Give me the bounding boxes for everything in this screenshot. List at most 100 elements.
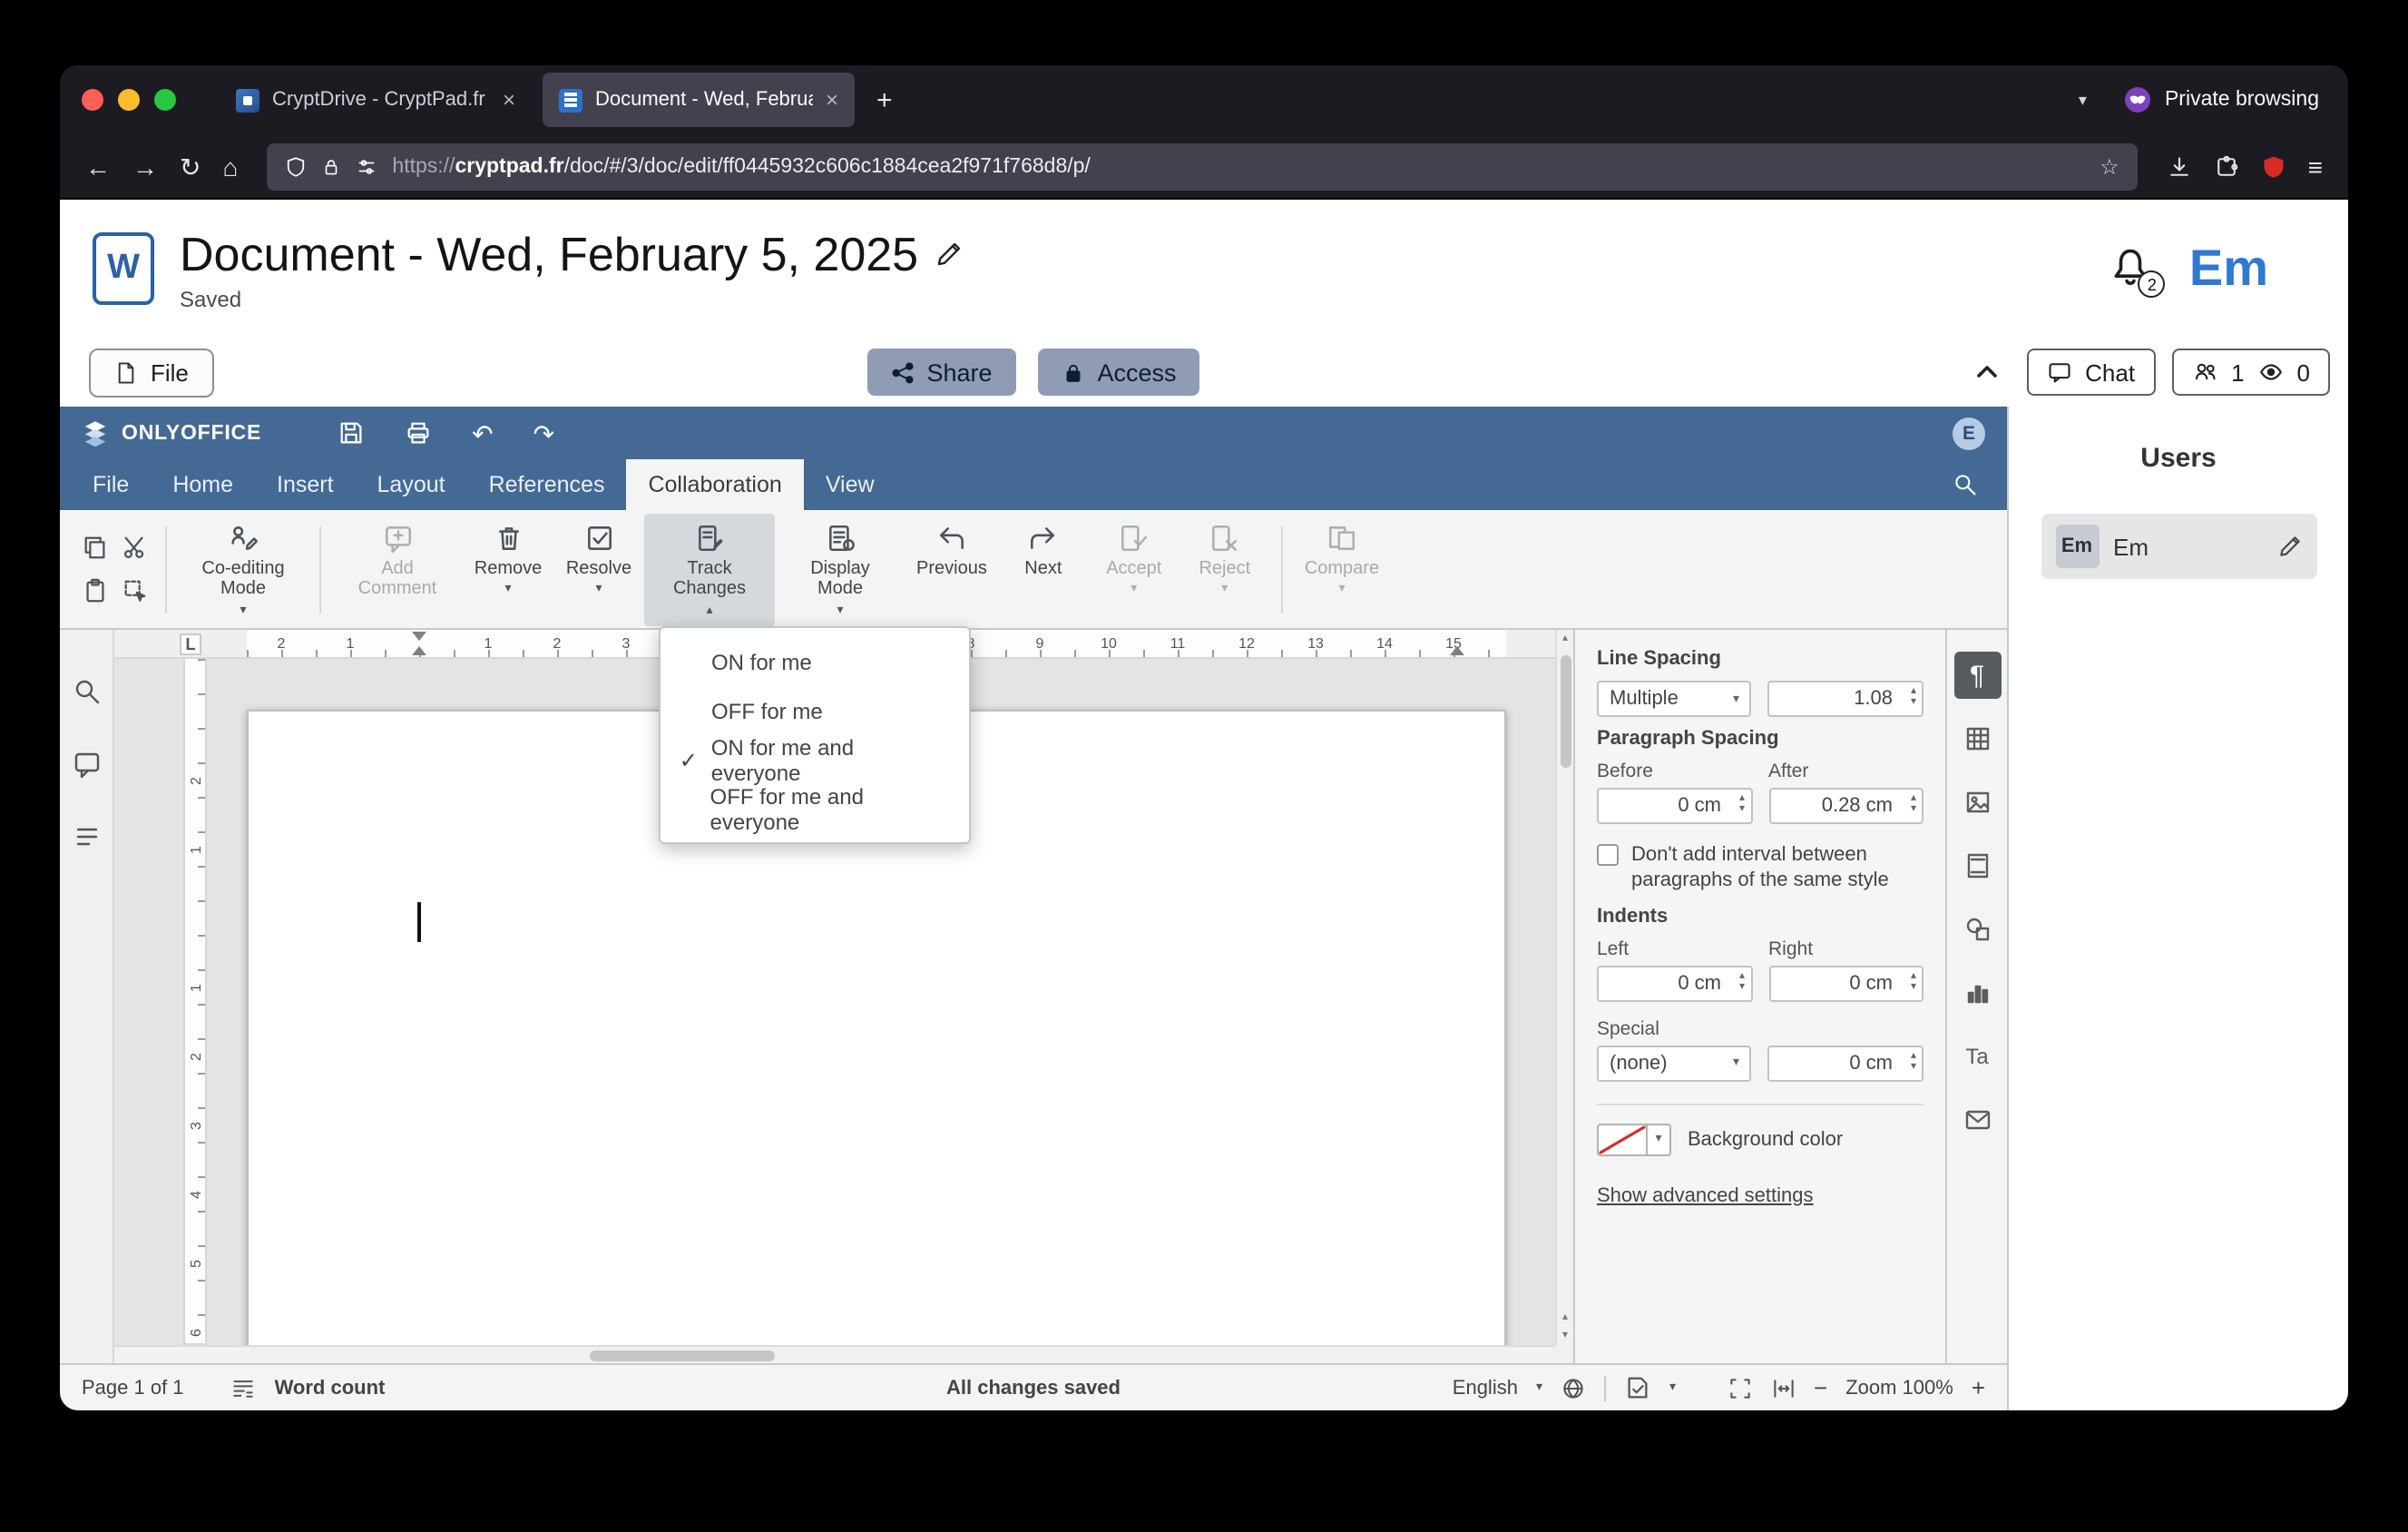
spin-down-icon[interactable]: ▾ xyxy=(1739,981,1745,992)
interval-checkbox[interactable] xyxy=(1597,844,1619,866)
tracking-shield-icon[interactable] xyxy=(285,155,307,177)
mail-merge-tab[interactable] xyxy=(1953,1096,2001,1144)
track-changes-button[interactable]: Track Changes ▴ xyxy=(644,513,775,625)
close-window-button[interactable] xyxy=(82,89,103,111)
special-spinner[interactable]: 0 cm ▴ ▾ xyxy=(1767,1045,1923,1082)
tab-layout[interactable]: Layout xyxy=(356,459,467,510)
select-icon[interactable] xyxy=(121,577,148,604)
permissions-icon[interactable] xyxy=(356,155,377,177)
horizontal-scrollbar[interactable] xyxy=(114,1345,1555,1363)
background-color-swatch[interactable]: ▾ xyxy=(1597,1123,1671,1156)
extensions-icon[interactable] xyxy=(2214,153,2239,179)
left-indent-marker[interactable] xyxy=(412,646,426,655)
edit-name-pencil-icon[interactable] xyxy=(2276,534,2302,559)
right-indent-marker[interactable] xyxy=(1450,646,1464,655)
close-tab-icon[interactable]: × xyxy=(826,89,838,111)
close-tab-icon[interactable]: × xyxy=(503,89,515,111)
ublock-icon[interactable] xyxy=(2261,153,2286,179)
spin-up-icon[interactable]: ▴ xyxy=(1739,793,1745,804)
indent-left-spinner[interactable]: 0 cm ▴ ▾ xyxy=(1597,965,1752,1002)
next-change-button[interactable]: Next xyxy=(998,513,1089,625)
menu-item-off-for-me[interactable]: OFF for me xyxy=(661,686,969,735)
add-comment-button[interactable]: Add Comment xyxy=(332,513,463,625)
previous-change-button[interactable]: Previous xyxy=(905,513,998,625)
user-avatar[interactable]: Em xyxy=(2189,240,2268,298)
tab-view[interactable]: View xyxy=(804,459,896,510)
first-line-indent-marker[interactable] xyxy=(412,632,426,641)
remove-comment-button[interactable]: Remove ▾ xyxy=(463,513,553,625)
chevron-down-icon[interactable]: ▾ xyxy=(1536,1381,1542,1394)
spacing-before-spinner[interactable]: 0 cm ▴ ▾ xyxy=(1597,788,1752,824)
back-icon[interactable]: ← xyxy=(85,153,111,179)
document-language-globe-icon[interactable] xyxy=(1561,1375,1586,1400)
redo-icon[interactable]: ↷ xyxy=(533,420,554,446)
vertical-ruler[interactable]: 2 1 1 2 3 4 5 6 xyxy=(183,659,207,1345)
scroll-up-icon[interactable]: ▴ xyxy=(1562,630,1568,648)
page-indicator[interactable]: Page 1 of 1 xyxy=(82,1377,184,1399)
home-icon[interactable]: ⌂ xyxy=(222,153,238,179)
lock-icon[interactable] xyxy=(321,155,341,177)
next-page-icon[interactable]: ▾ xyxy=(1562,1327,1568,1345)
spin-down-icon[interactable]: ▾ xyxy=(1739,804,1745,815)
chart-settings-tab[interactable] xyxy=(1953,969,2001,1016)
zoom-window-button[interactable] xyxy=(154,89,176,111)
scrollbar-thumb[interactable] xyxy=(590,1350,775,1361)
spin-up-icon[interactable]: ▴ xyxy=(1911,970,1916,981)
previous-page-icon[interactable]: ▴ xyxy=(1562,1309,1568,1327)
undo-icon[interactable]: ↶ xyxy=(472,420,493,446)
special-select[interactable]: (none) ▾ xyxy=(1597,1045,1752,1082)
accept-change-button[interactable]: Accept ▾ xyxy=(1089,513,1180,625)
text-art-settings-tab[interactable]: Ta xyxy=(1953,1033,2001,1080)
zoom-in-icon[interactable]: + xyxy=(1972,1376,1985,1399)
cut-icon[interactable] xyxy=(121,534,148,561)
advanced-settings-link[interactable]: Show advanced settings xyxy=(1597,1184,1814,1206)
print-icon[interactable] xyxy=(405,419,432,447)
bookmark-star-icon[interactable]: ☆ xyxy=(2100,155,2119,177)
page-title[interactable]: Document - Wed, February 5, 2025 xyxy=(180,226,918,282)
url-bar[interactable]: https://cryptpad.fr/doc/#/3/doc/edit/ff0… xyxy=(267,142,2138,190)
menu-item-on-for-everyone[interactable]: ✓ ON for me and everyone xyxy=(661,734,969,785)
display-mode-button[interactable]: Display Mode ▾ xyxy=(775,513,905,625)
find-icon[interactable] xyxy=(72,677,101,706)
spin-up-icon[interactable]: ▴ xyxy=(1911,686,1916,697)
navigation-headings-icon[interactable] xyxy=(72,822,101,851)
zoom-out-icon[interactable]: − xyxy=(1814,1376,1827,1399)
share-button[interactable]: Share xyxy=(866,349,1016,396)
comments-panel-icon[interactable] xyxy=(72,750,101,779)
reload-icon[interactable]: ↻ xyxy=(180,153,201,179)
presence-box[interactable]: 1 0 xyxy=(2171,349,2330,396)
search-icon[interactable] xyxy=(1953,472,1978,497)
minimize-window-button[interactable] xyxy=(118,89,140,111)
menu-item-off-for-everyone[interactable]: OFF for me and everyone xyxy=(661,783,969,834)
save-icon[interactable] xyxy=(338,419,365,447)
coediting-mode-button[interactable]: Co-editing Mode ▾ xyxy=(178,513,308,625)
notifications-bell-icon[interactable]: 2 xyxy=(2109,245,2166,298)
collapse-toolbar-button[interactable] xyxy=(1963,349,2011,396)
language-select[interactable]: English xyxy=(1453,1377,1518,1399)
line-spacing-spinner[interactable]: 1.08 ▴ ▾ xyxy=(1767,681,1923,717)
paragraph-settings-tab[interactable]: ¶ xyxy=(1953,652,2001,699)
new-tab-button[interactable]: + xyxy=(876,86,893,113)
spin-up-icon[interactable]: ▴ xyxy=(1911,793,1916,804)
user-list-item[interactable]: Em Em xyxy=(2041,514,2316,579)
tab-home[interactable]: Home xyxy=(151,459,255,510)
download-icon[interactable] xyxy=(2167,153,2192,179)
menu-item-on-for-me[interactable]: ON for me xyxy=(661,637,969,686)
line-spacing-select[interactable]: Multiple ▾ xyxy=(1597,681,1752,717)
chevron-down-icon[interactable]: ▾ xyxy=(1655,1133,1661,1145)
spacing-after-spinner[interactable]: 0.28 cm ▴ ▾ xyxy=(1768,788,1923,824)
menu-icon[interactable]: ≡ xyxy=(2308,153,2323,179)
scrollbar-thumb[interactable] xyxy=(1560,655,1571,768)
access-button[interactable]: Access xyxy=(1037,349,1200,396)
tab-file[interactable]: File xyxy=(71,459,151,510)
table-settings-tab[interactable] xyxy=(1953,715,2001,762)
spell-check-icon[interactable] xyxy=(1624,1374,1651,1401)
vertical-scrollbar[interactable]: ▴ ▴ ▾ xyxy=(1555,630,1573,1345)
chevron-down-icon[interactable]: ▾ xyxy=(1669,1381,1676,1394)
fit-width-icon[interactable] xyxy=(1770,1375,1796,1400)
tab-document[interactable]: Document - Wed, February 5, 2 × xyxy=(543,73,855,127)
edit-title-pencil-icon[interactable] xyxy=(935,240,964,269)
tab-collaboration[interactable]: Collaboration xyxy=(626,459,804,510)
tab-references[interactable]: References xyxy=(467,459,627,510)
paste-icon[interactable] xyxy=(81,577,108,604)
